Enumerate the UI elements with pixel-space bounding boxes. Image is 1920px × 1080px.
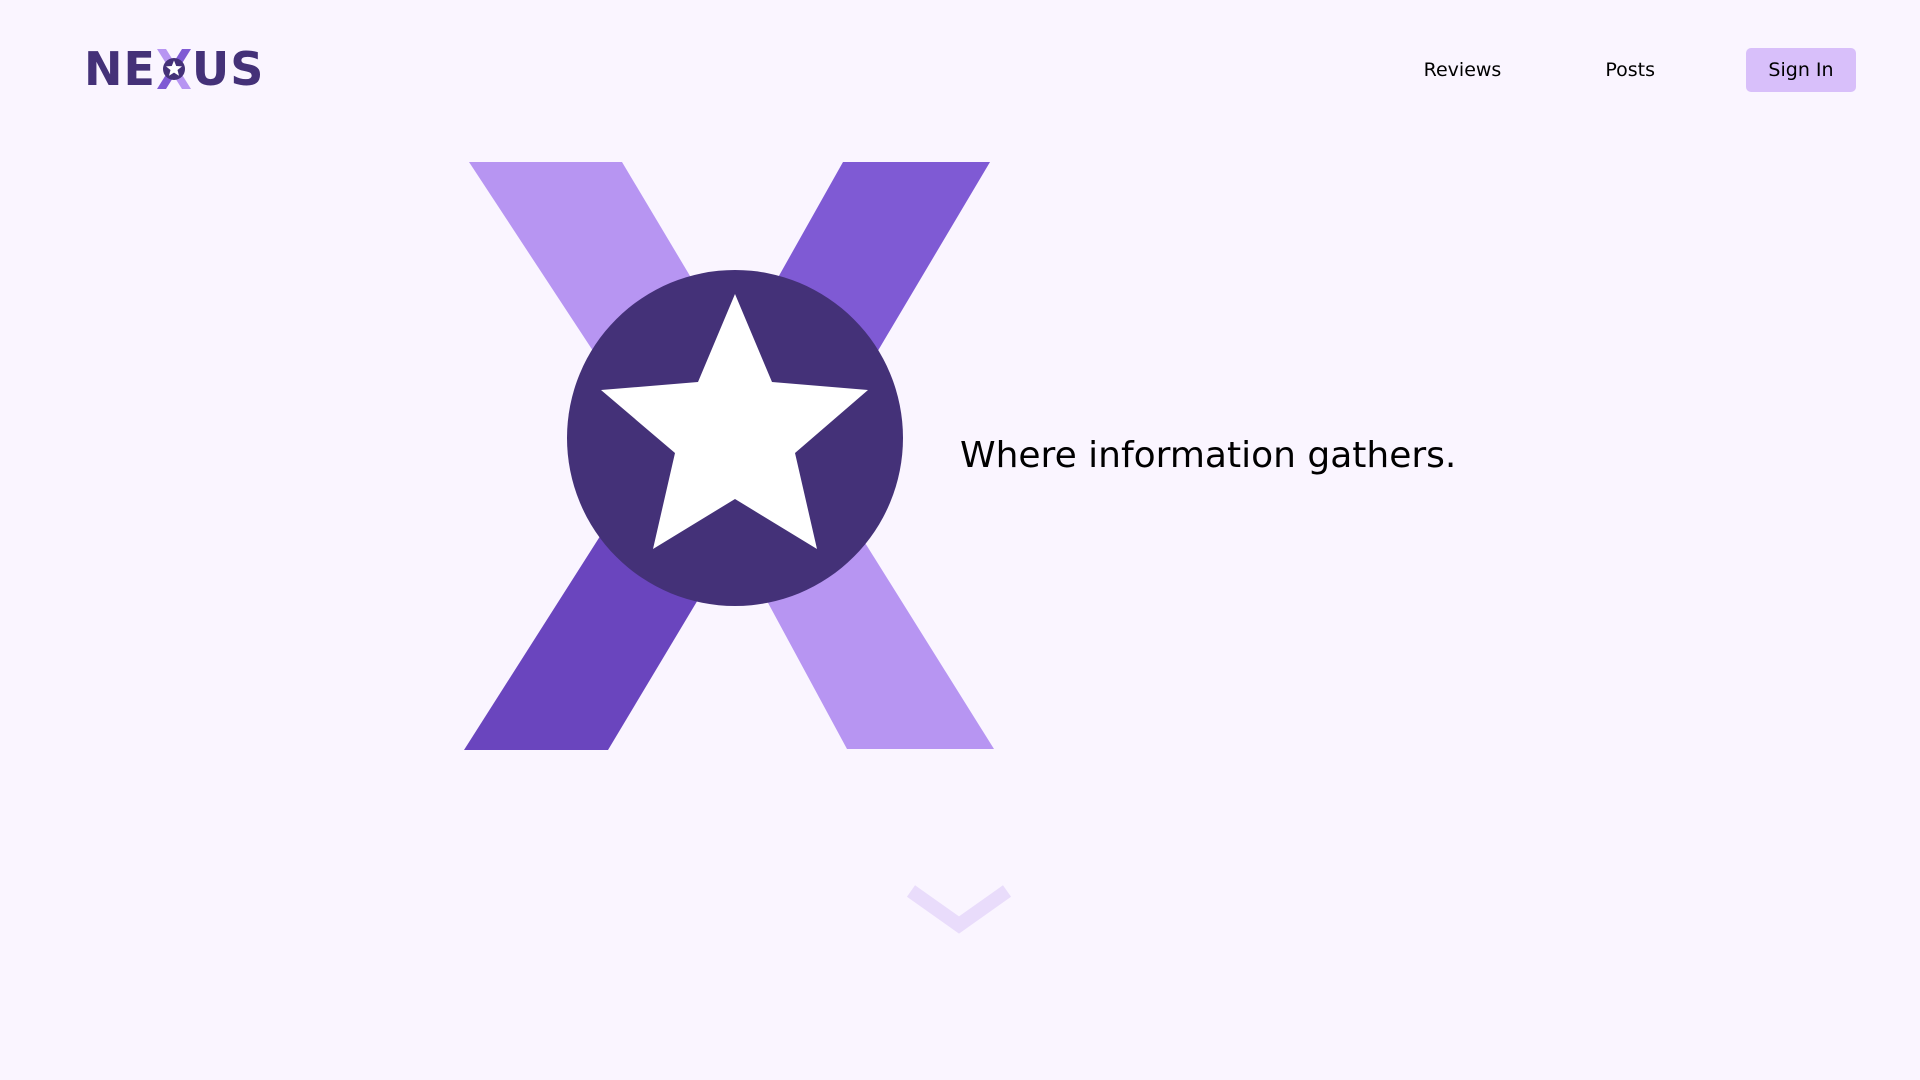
- logo-text-left: NE: [84, 42, 156, 96]
- x-star-logo-icon: [156, 49, 191, 89]
- sign-in-button[interactable]: Sign In: [1746, 48, 1856, 92]
- scroll-down-button[interactable]: [903, 883, 1015, 937]
- nav-posts-link[interactable]: Posts: [1605, 59, 1655, 81]
- logo[interactable]: NE US: [84, 44, 264, 94]
- main-nav: Reviews Posts Sign In: [1424, 48, 1856, 92]
- nav-reviews-link[interactable]: Reviews: [1424, 59, 1502, 81]
- chevron-down-icon: [906, 885, 1012, 934]
- x-star-emblem-icon: [464, 160, 996, 752]
- hero-tagline: Where information gathers.: [960, 435, 1457, 476]
- logo-text-right: US: [191, 42, 265, 96]
- page: NE US Reviews Posts Sign In Where inform…: [0, 0, 1920, 1080]
